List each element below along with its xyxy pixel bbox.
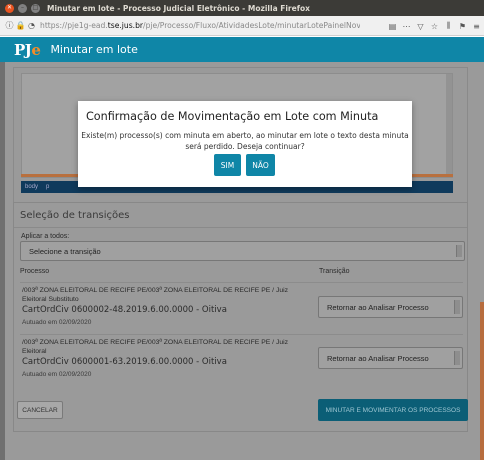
menu-hamburger-icon[interactable]: ≡ <box>471 19 482 33</box>
column-header-transition: Transição <box>319 268 350 275</box>
process-autuado: Autuado em 02/09/2020 <box>22 319 92 326</box>
page-title: Minutar em lote <box>50 43 138 56</box>
chevron-down-icon <box>454 300 460 314</box>
column-header-process: Processo <box>20 268 50 275</box>
app-header: PJe Minutar em lote <box>0 37 484 62</box>
minutar-movimentar-button[interactable]: MINUTAR E MOVIMENTAR OS PROCESSOS <box>318 399 468 421</box>
apply-all-select-value: Selecione a transição <box>29 246 101 256</box>
editor-scrollbar[interactable] <box>446 74 452 177</box>
window-titlebar: ✕ – □ Minutar em lote - Processo Judicia… <box>0 0 484 16</box>
transitions-section-title: Seleção de transições <box>20 210 130 221</box>
window-minimize-icon[interactable]: – <box>18 3 27 13</box>
tracking-shield-icon[interactable]: ◔ <box>26 19 37 33</box>
pje-logo[interactable]: PJe <box>14 41 41 59</box>
cancel-button[interactable]: CANCELAR <box>17 401 63 419</box>
chevron-down-icon <box>454 351 460 365</box>
row-transition-select[interactable]: Retornar ao Analisar Processo <box>318 347 463 369</box>
url-field[interactable]: https://pje1g-ead.tse.jus.br/pje/Process… <box>40 21 360 30</box>
browser-url-bar: ⓘ 🔒 ◔ https://pje1g-ead.tse.jus.br/pje/P… <box>0 16 484 36</box>
apply-all-transition-select[interactable]: Selecione a transição <box>20 241 465 261</box>
pocket-icon[interactable]: ▽ <box>415 19 426 33</box>
page-actions-icon[interactable]: ⋯ <box>401 19 412 33</box>
library-icon[interactable]: ⫼ <box>443 19 454 33</box>
info-icon[interactable]: ⓘ <box>4 19 15 33</box>
left-edge-bar <box>0 62 5 460</box>
confirm-yes-button[interactable]: SIM <box>214 154 241 176</box>
reader-view-icon[interactable]: ▤ <box>387 19 398 33</box>
row-transition-select[interactable]: Retornar ao Analisar Processo <box>318 296 463 318</box>
modal-title: Confirmação de Movimentação em Lote com … <box>86 110 379 123</box>
process-autuado: Autuado em 02/09/2020 <box>22 371 92 378</box>
modal-message: Existe(m) processo(s) com minuta em aber… <box>81 131 409 151</box>
apply-all-label: Aplicar a todos: <box>21 233 70 240</box>
lock-icon[interactable]: 🔒 <box>15 19 26 33</box>
window-title: Minutar em lote - Processo Judicial Elet… <box>47 3 310 13</box>
process-orgao: /003ª ZONA ELEITORAL DE RECIFE PE/003ª Z… <box>22 287 289 304</box>
editor-path-p[interactable]: p <box>46 184 49 190</box>
section-divider <box>14 227 467 228</box>
right-accent-bar <box>480 302 484 460</box>
process-number: CartOrdCiv 0600002-48.2019.6.00.0000 - O… <box>22 305 227 315</box>
editor-path-body[interactable]: body <box>25 184 38 190</box>
row-transition-value: Retornar ao Analisar Processo <box>327 353 429 363</box>
window-close-icon[interactable]: ✕ <box>5 3 14 13</box>
confirmation-modal: Confirmação de Movimentação em Lote com … <box>78 101 412 187</box>
window-maximize-icon[interactable]: □ <box>31 3 40 13</box>
process-orgao: /003ª ZONA ELEITORAL DE RECIFE PE/003ª Z… <box>22 339 289 356</box>
chevron-down-icon <box>456 245 462 257</box>
process-number: CartOrdCiv 0600001-63.2019.6.00.0000 - O… <box>22 357 227 367</box>
confirm-no-button[interactable]: NÃO <box>246 154 275 176</box>
extension-icon[interactable]: ⚑ <box>457 19 468 33</box>
bookmark-star-icon[interactable]: ☆ <box>429 19 440 33</box>
row-transition-value: Retornar ao Analisar Processo <box>327 302 429 312</box>
